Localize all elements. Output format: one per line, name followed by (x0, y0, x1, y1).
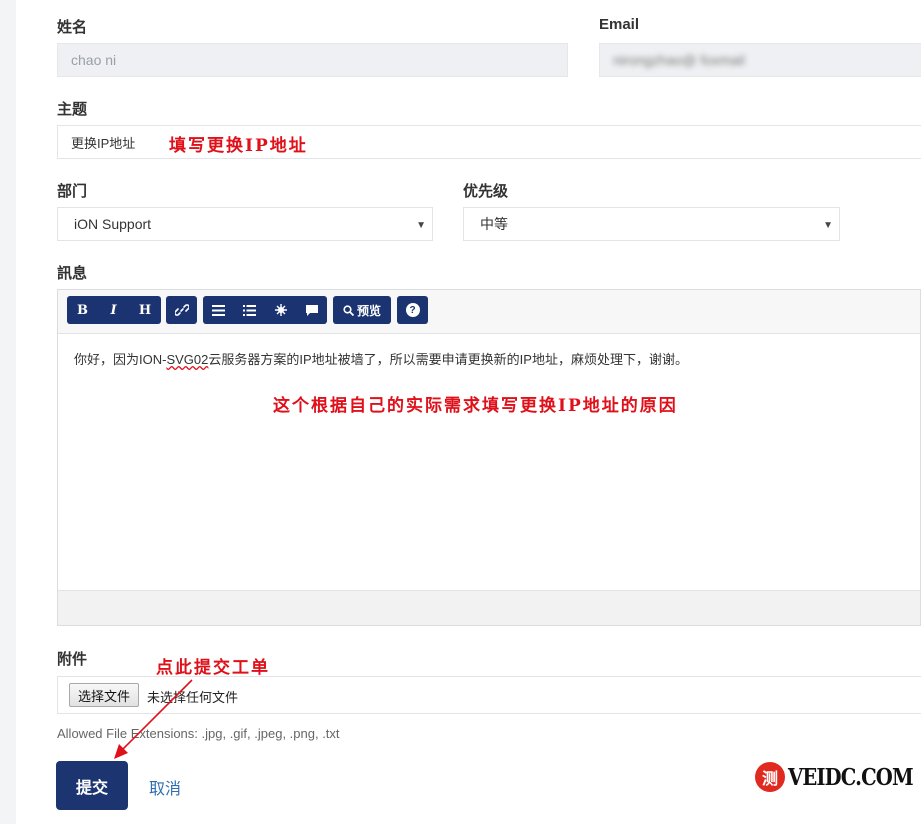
annotation-arrow-icon (114, 679, 193, 759)
list-button-group (203, 296, 327, 324)
cancel-link[interactable]: 取消 (149, 775, 181, 799)
heading-button[interactable]: H (129, 296, 161, 324)
page-gutter (0, 0, 16, 824)
format-button-group: B I H (67, 296, 161, 324)
name-field: chao ni (57, 43, 568, 77)
message-content: 你好，因为ION-SVG02云服务器方案的IP地址被墙了，所以需要申请更换新的I… (74, 349, 688, 368)
submit-button[interactable]: 提交 (56, 761, 128, 810)
quote-button[interactable] (296, 296, 327, 324)
link-icon (174, 304, 189, 316)
italic-button[interactable]: I (98, 296, 129, 324)
preview-label: 预览 (356, 303, 381, 318)
subject-annotation: 填写更换IP地址 (169, 136, 308, 156)
editor-footer (58, 590, 920, 625)
unordered-list-icon (243, 304, 256, 316)
priority-label: 优先级 (463, 183, 509, 200)
search-icon (343, 304, 354, 316)
email-field: nirongzhao@ foxmail (599, 43, 921, 77)
preview-button[interactable]: 预览 (333, 296, 391, 324)
department-label: 部门 (57, 183, 88, 200)
message-text-misspelled: SVG02 (166, 352, 209, 367)
ordered-list-icon (212, 304, 225, 316)
priority-value: 中等 (480, 216, 508, 232)
message-text-part: 云服务器方案的IP地址被墙了，所以需要申请更换新的IP地址，麻烦处理下，谢谢。 (208, 352, 688, 367)
image-icon (274, 304, 287, 316)
department-value: iON Support (74, 216, 152, 232)
help-icon: ? (405, 303, 420, 317)
link-button-group (166, 296, 197, 324)
watermark-text: VEIDC.COM (788, 763, 914, 791)
name-value: chao ni (71, 52, 117, 68)
bold-button[interactable]: B (67, 296, 98, 324)
ordered-list-button[interactable] (203, 296, 234, 324)
email-label: Email (599, 16, 640, 33)
editor-toolbar: B I H 预览 ? (58, 290, 920, 334)
unordered-list-button[interactable] (234, 296, 265, 324)
message-text-part: 你好，因为ION- (74, 352, 167, 367)
message-annotation: 这个根据自己的实际需求填写更换IP地址的原因 (273, 396, 678, 416)
dropdown-arrow-icon: ▼ (823, 220, 833, 231)
priority-select[interactable]: 中等 ▼ (463, 207, 840, 241)
dropdown-arrow-icon: ▼ (416, 220, 426, 231)
help-button-group: ? (397, 296, 428, 324)
attachment-label: 附件 (57, 651, 88, 668)
image-button[interactable] (265, 296, 296, 324)
submit-annotation: 点此提交工单 (156, 658, 270, 678)
name-label: 姓名 (57, 19, 88, 36)
allowed-extensions-text: Allowed File Extensions: .jpg, .gif, .jp… (57, 726, 340, 741)
message-label: 訊息 (57, 265, 88, 282)
watermark-circle: 测 (755, 762, 785, 792)
help-button[interactable]: ? (397, 296, 428, 324)
message-textarea[interactable]: 你好，因为ION-SVG02云服务器方案的IP地址被墙了，所以需要申请更换新的I… (58, 333, 920, 592)
subject-value: 更换IP地址 (71, 135, 136, 151)
email-value: nirongzhao@ foxmail (613, 52, 745, 68)
preview-button-group: 预览 (333, 296, 391, 324)
link-button[interactable] (166, 296, 197, 324)
subject-label: 主题 (57, 101, 88, 118)
message-editor: B I H 预览 ? 你好，因为ION-SVG02云服务器方案的IP地址被墙了，… (57, 289, 921, 626)
department-select[interactable]: iON Support ▼ (57, 207, 433, 241)
quote-icon (305, 304, 318, 316)
watermark-logo: 测 VEIDC.COM (755, 762, 921, 792)
